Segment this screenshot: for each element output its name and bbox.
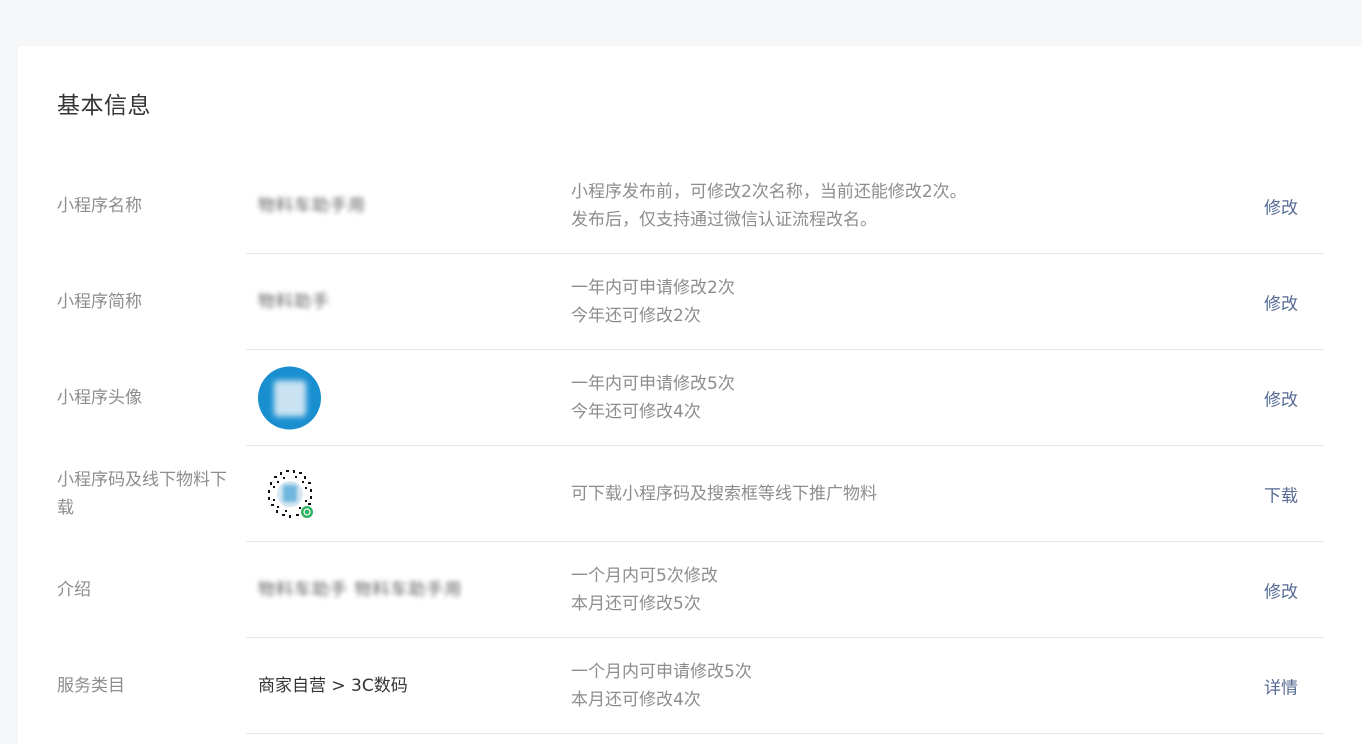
modify-short-name-link[interactable]: 修改 <box>1264 290 1298 315</box>
row-divider <box>246 733 1324 734</box>
row-value: 物料助手 <box>258 290 558 314</box>
row-hint: 一个月内可申请修改5次 本月还可修改4次 <box>571 658 1211 714</box>
row-label: 小程序名称 <box>57 196 142 216</box>
modify-name-link[interactable]: 修改 <box>1264 194 1298 219</box>
row-hint: 可下载小程序码及搜索框等线下推广物料 <box>571 480 1211 508</box>
hint-line: 一年内可申请修改2次 <box>571 278 735 298</box>
hint-line: 本月还可修改5次 <box>571 594 701 614</box>
row-hint: 小程序发布前，可修改2次名称，当前还能修改2次。 发布后，仅支持通过微信认证流程… <box>571 178 1211 234</box>
avatar-logo-icon <box>274 380 306 417</box>
blurred-short-name-text: 物料助手 <box>258 292 330 312</box>
row-hint: 一年内可申请修改5次 今年还可修改4次 <box>571 370 1211 426</box>
row-label: 小程序头像 <box>57 388 142 408</box>
row-mini-program-name: 小程序名称 物料车助手用 小程序发布前，可修改2次名称，当前还能修改2次。 发布… <box>18 158 1362 254</box>
row-hint: 一年内可申请修改2次 今年还可修改2次 <box>571 274 1211 330</box>
basic-info-card: 基本信息 小程序名称 物料车助手用 小程序发布前，可修改2次名称，当前还能修改2… <box>18 46 1362 744</box>
row-mini-program-short-name: 小程序简称 物料助手 一年内可申请修改2次 今年还可修改2次 修改 <box>18 254 1362 350</box>
modify-intro-link[interactable]: 修改 <box>1264 578 1298 603</box>
row-label: 服务类目 <box>57 676 125 696</box>
row-mini-program-code: 小程序码及线下物料下载 可下载小程序码及搜索框等线下推广物料 下载 <box>18 446 1362 542</box>
hint-line: 今年还可修改4次 <box>571 402 701 422</box>
row-label: 小程序码及线下物料下载 <box>57 470 227 518</box>
hint-line: 一个月内可申请修改5次 <box>571 662 752 682</box>
mini-program-code-icon <box>259 463 321 525</box>
blurred-name-text: 物料车助手用 <box>258 196 366 216</box>
blurred-intro-text: 物料车助手 物料车助手用 <box>258 580 463 600</box>
row-value: 物料车助手用 <box>258 194 558 218</box>
service-category-value: 商家自营 > 3C数码 <box>258 676 408 696</box>
category-details-link[interactable]: 详情 <box>1264 674 1298 699</box>
hint-line: 发布后，仅支持通过微信认证流程改名。 <box>571 210 877 230</box>
hint-line: 小程序发布前，可修改2次名称，当前还能修改2次。 <box>571 182 967 202</box>
row-hint: 一个月内可5次修改 本月还可修改5次 <box>571 562 1211 618</box>
row-mini-program-avatar: 小程序头像 一年内可申请修改5次 今年还可修改4次 修改 <box>18 350 1362 446</box>
hint-line: 一年内可申请修改5次 <box>571 374 735 394</box>
info-list: 小程序名称 物料车助手用 小程序发布前，可修改2次名称，当前还能修改2次。 发布… <box>18 158 1362 734</box>
hint-line: 可下载小程序码及搜索框等线下推广物料 <box>571 484 877 504</box>
modify-avatar-link[interactable]: 修改 <box>1264 386 1298 411</box>
hint-line: 一个月内可5次修改 <box>571 566 718 586</box>
hint-line: 今年还可修改2次 <box>571 306 701 326</box>
row-service-category: 服务类目 商家自营 > 3C数码 一个月内可申请修改5次 本月还可修改4次 详情 <box>18 638 1362 734</box>
download-code-link[interactable]: 下载 <box>1264 482 1298 507</box>
section-title: 基本信息 <box>57 93 151 119</box>
row-introduction: 介绍 物料车助手 物料车助手用 一个月内可5次修改 本月还可修改5次 修改 <box>18 542 1362 638</box>
hint-line: 本月还可修改4次 <box>571 690 701 710</box>
row-value: 物料车助手 物料车助手用 <box>258 578 558 602</box>
row-label: 介绍 <box>57 580 91 600</box>
row-label: 小程序简称 <box>57 292 142 312</box>
avatar <box>258 366 321 430</box>
